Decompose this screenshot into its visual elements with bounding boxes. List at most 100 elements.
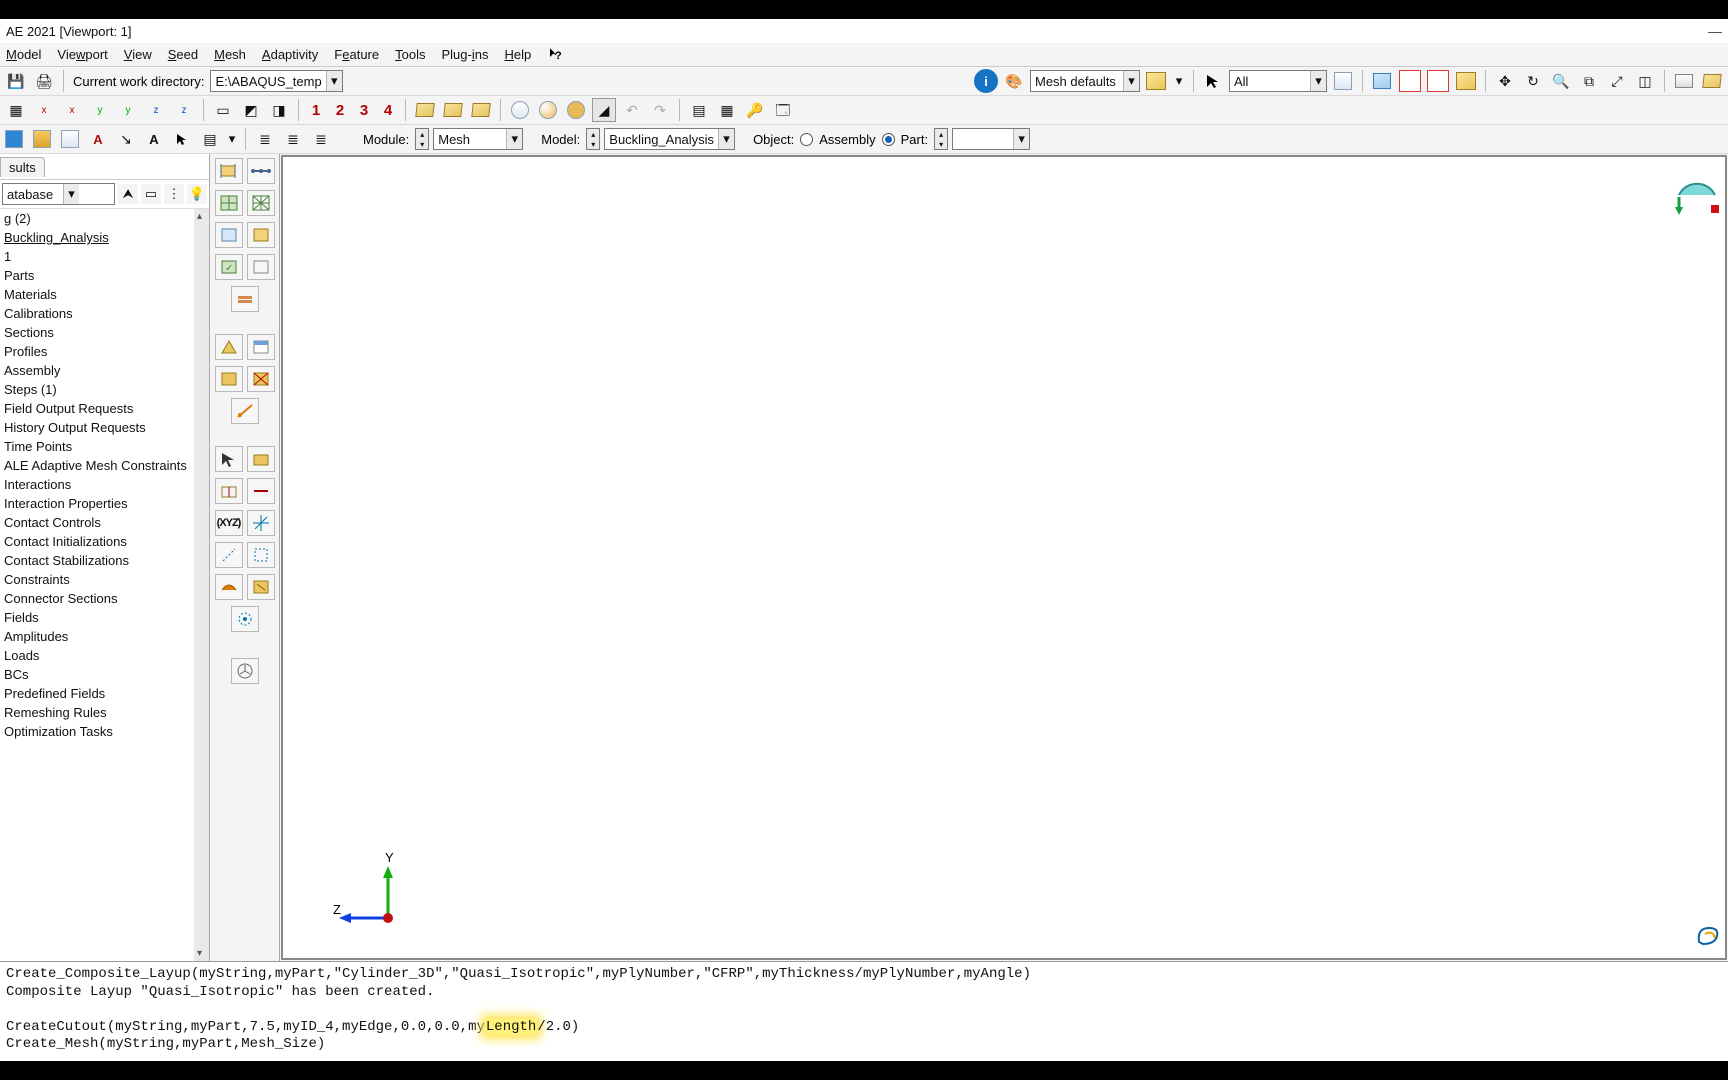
adaptive-remesh-icon[interactable] <box>231 606 259 632</box>
tree-item[interactable]: Field Output Requests <box>2 399 209 418</box>
tree-item[interactable]: ALE Adaptive Mesh Constraints <box>2 456 209 475</box>
table-icon[interactable]: ▤ <box>687 98 711 122</box>
tree-item[interactable]: Assembly <box>2 361 209 380</box>
geometry-edit-icon[interactable] <box>247 574 275 600</box>
table-flyout-icon[interactable]: ▾ <box>226 127 238 151</box>
model-combo[interactable]: Buckling_Analysis ▾ <box>604 128 735 150</box>
tree-item[interactable]: BCs <box>2 665 209 684</box>
tree-settings-icon[interactable]: ⋮ <box>164 184 184 204</box>
select-solid-icon[interactable] <box>1454 69 1478 93</box>
menu-mesh[interactable]: Mesh <box>214 47 246 62</box>
view-zy-icon[interactable]: z <box>172 98 196 122</box>
pan-icon[interactable]: ✥ <box>1493 69 1517 93</box>
tree-collapse-icon[interactable]: ▭ <box>141 184 161 204</box>
cut-plane-icon[interactable]: ◢ <box>592 98 616 122</box>
view-xy-icon[interactable]: x <box>32 98 56 122</box>
context-help-icon[interactable]: ? <box>547 46 565 64</box>
rotate-icon[interactable]: ↻ <box>1521 69 1545 93</box>
cycle-view-icon[interactable]: ◫ <box>1633 69 1657 93</box>
tree-item[interactable]: Constraints <box>2 570 209 589</box>
viewport-compass-icon[interactable] <box>1675 163 1719 223</box>
layout-icon-1[interactable] <box>2 127 26 151</box>
cursor-icon[interactable] <box>170 127 194 151</box>
undo-icon[interactable]: ↶ <box>620 98 644 122</box>
menu-adaptivity[interactable]: Adaptivity <box>262 47 318 62</box>
stored-view-2[interactable]: 2 <box>330 102 350 119</box>
tree-item[interactable]: Contact Stabilizations <box>2 551 209 570</box>
module-spin[interactable]: ▴▾ <box>415 128 429 150</box>
select-crossing-icon[interactable] <box>1398 69 1422 93</box>
select-cursor-icon[interactable] <box>1201 69 1225 93</box>
stack-2-icon[interactable]: ≣ <box>281 127 305 151</box>
delete-mesh-icon[interactable] <box>247 366 275 392</box>
menu-tools[interactable]: Tools <box>395 47 425 62</box>
virtual-topo-icon[interactable] <box>215 574 243 600</box>
workdir-combo[interactable]: E:\ABAQUS_temp ▾ <box>210 70 342 92</box>
top-view-icon[interactable]: ◨ <box>267 98 291 122</box>
tree-item[interactable]: Amplitudes <box>2 627 209 646</box>
mesh-stats-icon[interactable] <box>231 658 259 684</box>
select-by-angle-icon[interactable] <box>1426 69 1450 93</box>
chevron-down-icon[interactable]: ▾ <box>1310 71 1326 91</box>
tree-expand-icon[interactable]: ⮝ <box>118 184 138 204</box>
assign-stack-icon[interactable] <box>231 286 259 312</box>
results-tab[interactable]: sults <box>0 157 45 177</box>
box-zoom-icon[interactable]: ⧉ <box>1577 69 1601 93</box>
ring-icon[interactable] <box>508 98 532 122</box>
fit-view-icon[interactable]: ⤢ <box>1605 69 1629 93</box>
menu-plugins[interactable]: Plug-ins <box>441 47 488 62</box>
query-element-icon[interactable] <box>247 254 275 280</box>
object-assembly-radio[interactable] <box>800 133 813 146</box>
tree-lightbulb-icon[interactable]: 💡 <box>187 184 207 204</box>
mesh-controls-icon[interactable] <box>247 222 275 248</box>
text-frame-icon[interactable]: A <box>142 127 166 151</box>
tree-item[interactable]: History Output Requests <box>2 418 209 437</box>
module-combo[interactable]: Mesh ▾ <box>433 128 523 150</box>
stored-view-3[interactable]: 3 <box>354 102 374 119</box>
tree-item[interactable]: Materials <box>2 285 209 304</box>
key-icon[interactable]: 🔑 <box>743 98 767 122</box>
menu-feature[interactable]: Feature <box>334 47 379 62</box>
create-bottomup-icon[interactable] <box>215 334 243 360</box>
stored-view-4[interactable]: 4 <box>378 102 398 119</box>
refine-icon[interactable] <box>231 398 259 424</box>
select-replace-icon[interactable] <box>1331 69 1355 93</box>
menu-model[interactable]: Model <box>6 47 41 62</box>
tree-item[interactable]: 1 <box>2 247 209 266</box>
tree-item[interactable]: Remeshing Rules <box>2 703 209 722</box>
tree-item[interactable]: Contact Initializations <box>2 532 209 551</box>
render-style-combo[interactable]: Mesh defaults ▾ <box>1030 70 1140 92</box>
verify-mesh-icon[interactable]: ✓ <box>215 254 243 280</box>
annotation-a-icon[interactable]: A <box>86 127 110 151</box>
zoom-icon[interactable]: 🔍 <box>1549 69 1573 93</box>
stored-view-1[interactable]: 1 <box>306 102 326 119</box>
chevron-down-icon[interactable]: ▾ <box>63 184 79 204</box>
apply-render-icon[interactable] <box>1144 69 1168 93</box>
tree-item[interactable]: Interactions <box>2 475 209 494</box>
tree-scrollbar[interactable] <box>194 209 209 961</box>
tree-item[interactable]: Profiles <box>2 342 209 361</box>
part-combo[interactable]: ▾ <box>952 128 1030 150</box>
info-icon[interactable]: i <box>974 69 998 93</box>
associate-mesh-icon[interactable] <box>247 334 275 360</box>
datum-point-icon[interactable] <box>247 510 275 536</box>
front-view-icon[interactable]: ▭ <box>211 98 235 122</box>
print-icon[interactable]: 🖨 <box>32 69 56 93</box>
object-part-radio[interactable] <box>882 133 895 146</box>
window-icon[interactable]: 🗔 <box>771 98 795 122</box>
menu-viewport[interactable]: Viewport <box>57 47 107 62</box>
part-spin[interactable]: ▴▾ <box>934 128 948 150</box>
color-palette-icon[interactable]: 🎨 <box>1002 69 1026 93</box>
selection-filter-combo[interactable]: All ▾ <box>1229 70 1327 92</box>
tree-item[interactable]: Fields <box>2 608 209 627</box>
minimize-icon[interactable]: — <box>1708 23 1722 39</box>
message-area[interactable]: Create_Composite_Layup(myString,myPart,"… <box>0 961 1728 1061</box>
datum-axis-icon[interactable] <box>215 542 243 568</box>
select-inside-icon[interactable] <box>1370 69 1394 93</box>
tree-item[interactable]: Optimization Tasks <box>2 722 209 741</box>
iso-cube-2-icon[interactable] <box>441 98 465 122</box>
chevron-down-icon[interactable]: ▾ <box>506 129 522 149</box>
tree-item[interactable]: Predefined Fields <box>2 684 209 703</box>
menu-view[interactable]: View <box>124 47 152 62</box>
disc-icon[interactable] <box>564 98 588 122</box>
